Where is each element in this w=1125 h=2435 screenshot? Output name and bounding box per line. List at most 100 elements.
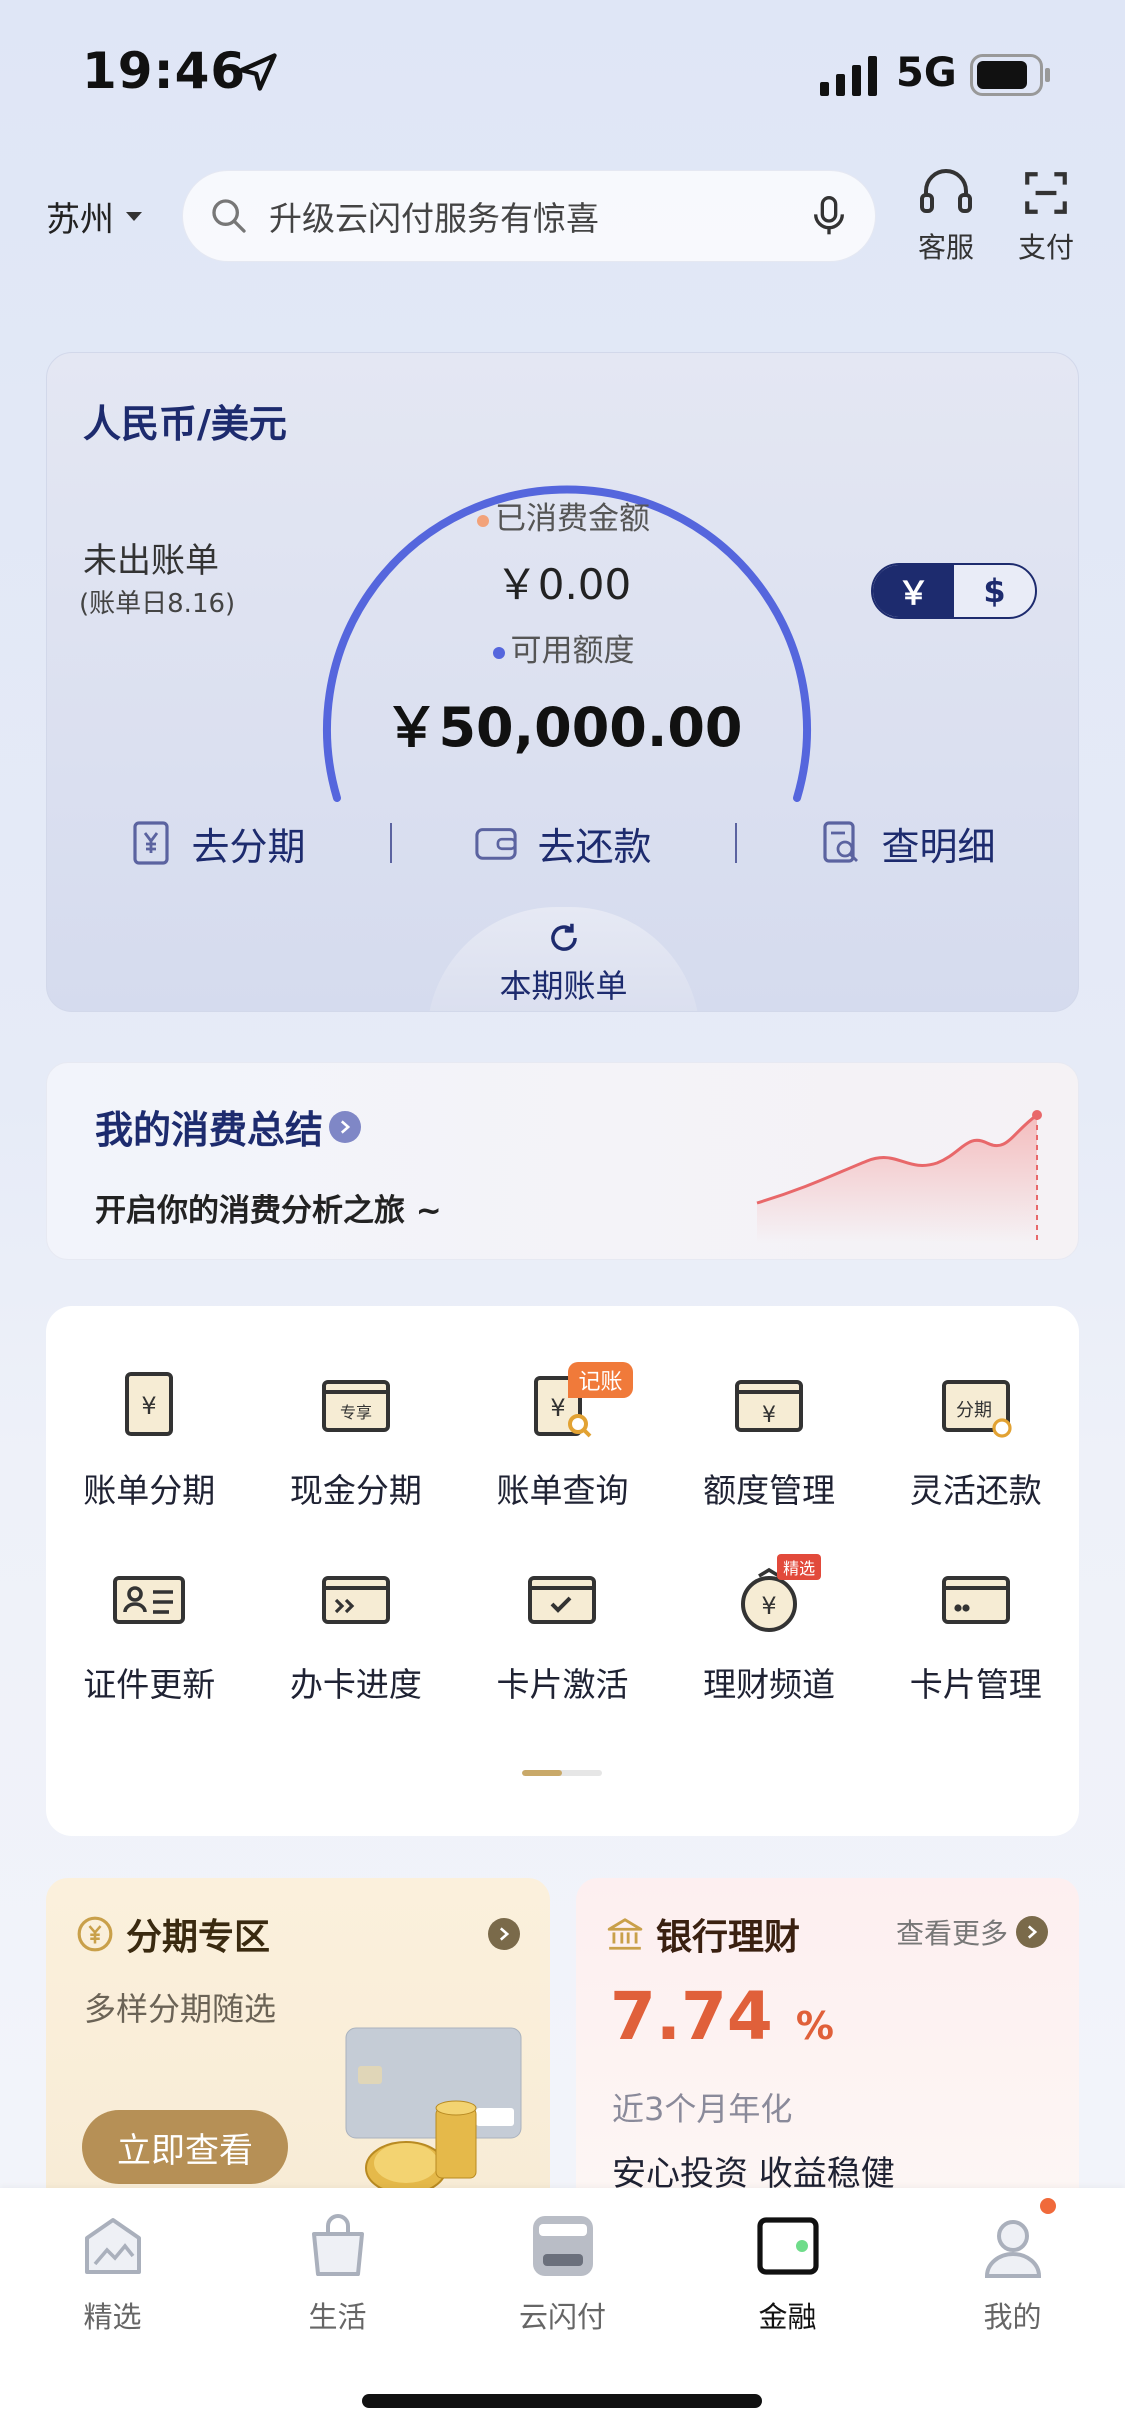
signal-icon (820, 56, 877, 96)
svg-text:¥: ¥ (142, 1392, 157, 1420)
consumed-label-row: 已消费金额 (47, 493, 1078, 538)
credit-card-coins-illustration (345, 2027, 522, 2195)
consumed-dot (477, 514, 489, 527)
refresh-icon (551, 923, 577, 951)
chevron-right-icon[interactable] (488, 1918, 520, 1950)
see-more-link[interactable]: 查看更多 (896, 1912, 1049, 1952)
city-label: 苏州 (46, 200, 114, 240)
service-card-progress[interactable]: 办卡进度 (253, 1560, 460, 1706)
installment-zone-card[interactable]: 分期专区 多样分期随选 立即查看 (46, 1878, 550, 2198)
current-bill-tab[interactable]: 本期账单 (427, 907, 700, 1011)
rate-unit: % (795, 2004, 834, 2048)
pay-label: 支付 (1017, 231, 1074, 264)
tabs: 精选 生活 云闪付 金融 我的 (0, 2210, 1125, 2336)
home-indicator[interactable] (362, 2394, 762, 2408)
service-bill-installment[interactable]: ¥ 账单分期 (46, 1366, 253, 1512)
bank-icon (607, 1918, 643, 1950)
available-label-row: 可用额度 (47, 625, 1078, 670)
see-more-label: 查看更多 (896, 1917, 1009, 1950)
details-action-label: 查明细 (881, 824, 996, 869)
repay-action[interactable]: 去还款 (392, 816, 735, 871)
summary-title-row: 我的消费总结 (95, 1099, 362, 1154)
service-card-management[interactable]: 卡片管理 (872, 1560, 1079, 1706)
svg-text:¥: ¥ (551, 1394, 566, 1422)
profile-icon (984, 2220, 1041, 2278)
tab-life[interactable]: 生活 (225, 2210, 450, 2336)
status-time: 19:46 (82, 42, 247, 100)
tab-finance[interactable]: 金融 (675, 2210, 900, 2336)
spending-summary-card[interactable]: 我的消费总结 开启你的消费分析之旅 ~ (46, 1062, 1079, 1260)
service-card-activate[interactable]: 卡片激活 (459, 1560, 666, 1706)
search-doc-icon (823, 821, 859, 863)
service-cash-installment[interactable]: 专享 现金分期 (253, 1366, 460, 1512)
svg-text:¥: ¥ (762, 1403, 776, 1428)
trend-sparkline-icon (756, 1110, 1042, 1243)
cash-installment-icon: 专享 (316, 1366, 396, 1446)
search-icon (212, 199, 246, 233)
microphone-icon[interactable] (809, 194, 849, 238)
city-selector[interactable]: 苏州 (46, 192, 142, 241)
annualized-rate: 7.74 % (610, 1978, 834, 2055)
page-indicator (522, 1770, 602, 1776)
rate-period: 近3个月年化 (612, 2090, 793, 2128)
flexible-repay-badge: 分期 (956, 1400, 992, 1421)
tab-featured[interactable]: 精选 (0, 2210, 225, 2336)
repay-action-label: 去还款 (537, 824, 652, 869)
bank-wealth-card[interactable]: 银行理财 查看更多 7.74 % 近3个月年化 安心投资 收益稳健 (576, 1878, 1079, 2198)
customer-service-button[interactable]: 客服 (906, 168, 986, 266)
service-label: 账单分期 (83, 1471, 216, 1510)
yen-doc-icon (133, 821, 170, 865)
wallet-tab-icon (756, 2217, 819, 2275)
featured-tab-icon (84, 2218, 141, 2274)
search-bar[interactable]: 升级云闪付服务有惊喜 (182, 170, 876, 262)
panel-actions: 去分期 去还款 查明细 (47, 808, 1078, 878)
service-bill-query[interactable]: ¥ 记账 账单查询 (459, 1362, 666, 1512)
installment-action[interactable]: 去分期 (47, 816, 390, 871)
service-label: 账单查询 (496, 1471, 629, 1510)
view-now-button[interactable]: 立即查看 (82, 2110, 288, 2184)
tab-label: 金融 (758, 2300, 817, 2334)
service-label: 卡片激活 (496, 1665, 629, 1704)
summary-subtitle: 开启你的消费分析之旅 ~ (95, 1193, 442, 1229)
installment-action-label: 去分期 (191, 824, 306, 869)
service-id-update[interactable]: 证件更新 (46, 1560, 253, 1706)
battery-icon (970, 54, 1050, 96)
currency-title: 人民币/美元 (83, 402, 287, 446)
tab-mine[interactable]: 我的 (900, 2210, 1125, 2336)
service-wealth-channel[interactable]: ¥ 精选 理财频道 (666, 1554, 873, 1706)
consumed-label: 已消费金额 (495, 501, 650, 537)
currency-usd-option[interactable]: $ (954, 565, 1035, 617)
installment-zone-subtitle: 多样分期随选 (84, 1990, 277, 2028)
tab-cloud-quickpass[interactable]: 云闪付 (450, 2210, 675, 2336)
rate-value: 7.74 (610, 1978, 773, 2055)
service-label: 办卡进度 (289, 1665, 422, 1704)
currency-toggle[interactable]: ￥ $ (871, 563, 1037, 619)
location-arrow-icon (239, 53, 277, 91)
wallet-icon (475, 828, 518, 860)
notification-dot (1040, 2198, 1056, 2214)
available-label: 可用额度 (510, 633, 635, 669)
chevron-right-icon (1016, 1916, 1049, 1948)
cash-installment-badge: 专享 (340, 1403, 372, 1422)
summary-title: 我的消费总结 (95, 1108, 324, 1152)
currency-cny-option[interactable]: ￥ (873, 565, 954, 617)
installment-zone-title-row: 分期专区 (76, 1908, 270, 1960)
tab-label: 精选 (83, 2300, 142, 2334)
service-label: 额度管理 (703, 1471, 836, 1510)
tab-label: 我的 (983, 2300, 1042, 2334)
pay-button[interactable]: 支付 (1006, 168, 1086, 266)
card-management-icon (936, 1560, 1016, 1640)
service-label: 卡片管理 (909, 1665, 1042, 1704)
service-limit-management[interactable]: ¥ 额度管理 (666, 1366, 873, 1512)
customer-service-label: 客服 (917, 231, 974, 264)
card-progress-icon (316, 1560, 396, 1640)
limit-management-icon: ¥ (729, 1366, 809, 1446)
bookkeeping-tag: 记账 (568, 1362, 633, 1398)
flexible-repay-icon: 分期 (936, 1366, 1016, 1446)
details-action[interactable]: 查明细 (737, 816, 1078, 871)
shopping-bag-icon (311, 2214, 364, 2276)
service-flexible-repay[interactable]: 分期 灵活还款 (872, 1366, 1079, 1512)
service-label: 理财频道 (703, 1665, 836, 1704)
bill-installment-icon: ¥ (109, 1366, 189, 1446)
featured-tag: 精选 (777, 1554, 822, 1580)
